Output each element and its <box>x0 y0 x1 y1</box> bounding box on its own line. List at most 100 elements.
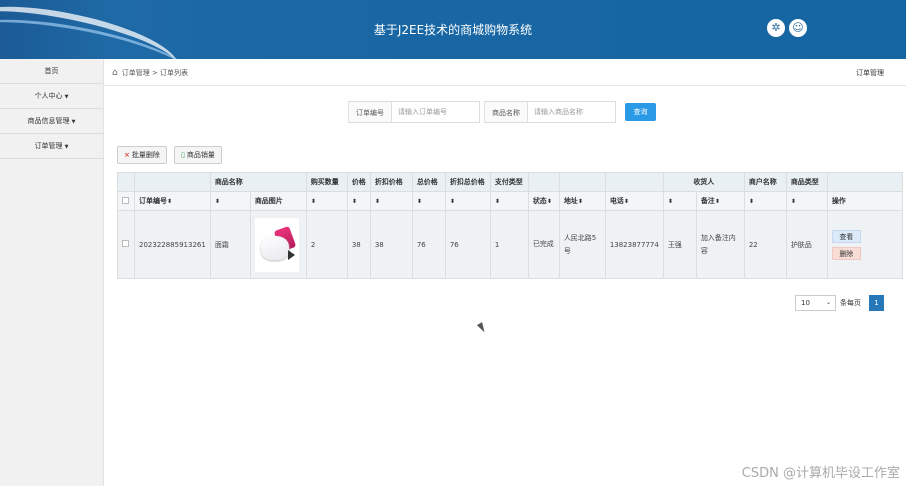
group-header-discount-total: 折扣总价格 <box>444 172 491 192</box>
orders-table: 商品名称 购买数量 价格 折扣价格 总价格 折扣总价格 支付类型 收货人 商户名… <box>117 172 903 279</box>
product-sales-label: 商品销量 <box>186 151 215 159</box>
cell-address: 人民北路5号 <box>558 210 606 279</box>
header-discount-total-sort[interactable]: ⬍ <box>444 191 491 211</box>
header-label: 电话 <box>609 197 624 205</box>
sidebar-item-label: 个人中心 <box>34 92 63 100</box>
sort-icon: ⬍ <box>577 198 583 205</box>
sidebar-item-personal-center[interactable]: 个人中心 ▼ <box>0 84 103 109</box>
header-label: 订单编号 <box>139 197 167 205</box>
header-product-name-sort[interactable]: ⬍ <box>209 191 251 211</box>
sidebar-item-home[interactable]: 首页 <box>0 59 103 84</box>
table-cell <box>604 172 664 192</box>
trash-icon: ▯ <box>181 151 185 159</box>
sort-icon: ⬍ <box>748 198 754 205</box>
view-button[interactable]: 查看 <box>831 229 861 243</box>
group-header-price: 价格 <box>346 172 371 192</box>
delete-button[interactable]: 删除 <box>831 246 861 260</box>
cell-total-price: 76 <box>411 210 446 279</box>
sidebar-item-label: 首页 <box>44 67 59 75</box>
header-order-no[interactable]: 订单编号⬍ <box>134 191 211 211</box>
table-cell <box>527 172 560 192</box>
header-actions: 操作 <box>826 191 903 211</box>
sort-icon: ⬍ <box>374 198 380 205</box>
order-no-label: 订单编号 <box>348 101 391 123</box>
header-discount-price-sort[interactable]: ⬍ <box>369 191 413 211</box>
play-icon <box>287 249 295 260</box>
page-size-select[interactable]: 10 ⌄ <box>795 295 836 311</box>
header-phone[interactable]: 电话⬍ <box>604 191 664 211</box>
table-cell <box>134 172 211 192</box>
group-header-quantity: 购买数量 <box>305 172 348 192</box>
mouse-cursor-icon <box>476 322 488 334</box>
header-remark[interactable]: 备注⬍ <box>695 191 745 211</box>
table-cell <box>117 172 135 192</box>
group-header-discount-price: 折扣价格 <box>369 172 413 192</box>
sort-icon: ⬍ <box>714 198 720 205</box>
sidebar-item-product-management[interactable]: 商品信息管理 ▼ <box>0 109 103 134</box>
header-address[interactable]: 地址⬍ <box>558 191 606 211</box>
chevron-down-icon: ⌄ <box>825 299 831 306</box>
group-header-total-price: 总价格 <box>411 172 446 192</box>
header-merchant-sort[interactable]: ⬍ <box>743 191 787 211</box>
header-label: 地址 <box>563 197 578 205</box>
sidebar-item-order-management[interactable]: 订单管理 ▼ <box>0 134 103 159</box>
header-label: 状态 <box>532 197 547 205</box>
product-jar-shape <box>260 235 289 260</box>
product-name-input[interactable]: 请输入商品名称 <box>527 101 616 123</box>
cell-price: 38 <box>346 210 371 279</box>
cell-discount-total: 76 <box>444 210 491 279</box>
sort-icon: ⬍ <box>546 198 552 205</box>
user-icon[interactable]: ☺ <box>789 19 807 37</box>
select-all-checkbox[interactable] <box>122 196 129 204</box>
table-cell <box>826 172 903 192</box>
per-page-label: 条每页 <box>840 299 861 307</box>
breadcrumb-current: 订单管理 <box>856 69 884 77</box>
group-header-pay-type: 支付类型 <box>489 172 529 192</box>
batch-delete-button[interactable]: × 批量删除 <box>117 146 167 164</box>
cell-status: 已完成 <box>527 210 560 279</box>
cell-merchant: 22 <box>743 210 787 279</box>
header-pay-type-sort[interactable]: ⬍ <box>489 191 529 211</box>
sort-icon: ⬍ <box>167 198 173 205</box>
sidebar-item-label: 商品信息管理 <box>27 117 70 125</box>
watermark: CSDN @计算机毕设工作室 <box>741 466 900 481</box>
sort-icon: ⬍ <box>351 198 357 205</box>
header-total-price-sort[interactable]: ⬍ <box>411 191 446 211</box>
header-price-sort[interactable]: ⬍ <box>346 191 371 211</box>
settings-icon[interactable]: ✲ <box>767 19 785 37</box>
row-checkbox[interactable] <box>122 240 129 247</box>
header-category-sort[interactable]: ⬍ <box>785 191 828 211</box>
page-number-button[interactable]: 1 <box>869 295 884 311</box>
caret-down-icon: ▼ <box>64 144 69 150</box>
header-product-image: 商品图片 <box>249 191 307 211</box>
cell-discount-price: 38 <box>369 210 413 279</box>
sidebar-item-label: 订单管理 <box>34 142 63 150</box>
sort-icon: ⬍ <box>667 198 673 205</box>
home-icon[interactable]: ⌂ <box>112 68 118 78</box>
table-row: 202322885913261 面霜 2 38 38 76 76 1 已完成 人… <box>117 210 903 279</box>
breadcrumb: ⌂ 订单管理 > 订单列表 订单管理 <box>104 59 906 86</box>
header-label: 备注 <box>700 197 715 205</box>
batch-delete-label: 批量删除 <box>131 151 160 159</box>
order-no-input[interactable]: 请输入订单编号 <box>391 101 480 123</box>
table-group-header-row: 商品名称 购买数量 价格 折扣价格 总价格 折扣总价格 支付类型 收货人 商户名… <box>117 172 903 192</box>
cell-order-no: 202322885913261 <box>134 210 211 279</box>
page-size-value: 10 <box>801 299 810 307</box>
group-header-merchant: 商户名称 <box>743 172 787 192</box>
product-thumbnail[interactable] <box>254 217 299 272</box>
header-receiver-sort[interactable]: ⬍ <box>662 191 697 211</box>
header-status[interactable]: 状态⬍ <box>527 191 560 211</box>
caret-down-icon: ▼ <box>64 94 69 100</box>
sort-icon: ⬍ <box>623 198 629 205</box>
cell-pay-type: 1 <box>489 210 529 279</box>
table-cell <box>558 172 606 192</box>
group-header-product-name: 商品名称 <box>209 172 307 192</box>
header-quantity-sort[interactable]: ⬍ <box>305 191 348 211</box>
sort-icon: ⬍ <box>449 198 455 205</box>
cell-receiver: 王强 <box>662 210 697 279</box>
product-sales-button[interactable]: ▯ 商品销量 <box>174 146 222 164</box>
app-header: 基于J2EE技术的商城购物系统 ✲ ☺ <box>0 0 906 59</box>
search-button[interactable]: 查询 <box>625 103 656 121</box>
breadcrumb-path: 订单管理 > 订单列表 <box>121 69 189 77</box>
sort-icon: ⬍ <box>214 198 220 205</box>
